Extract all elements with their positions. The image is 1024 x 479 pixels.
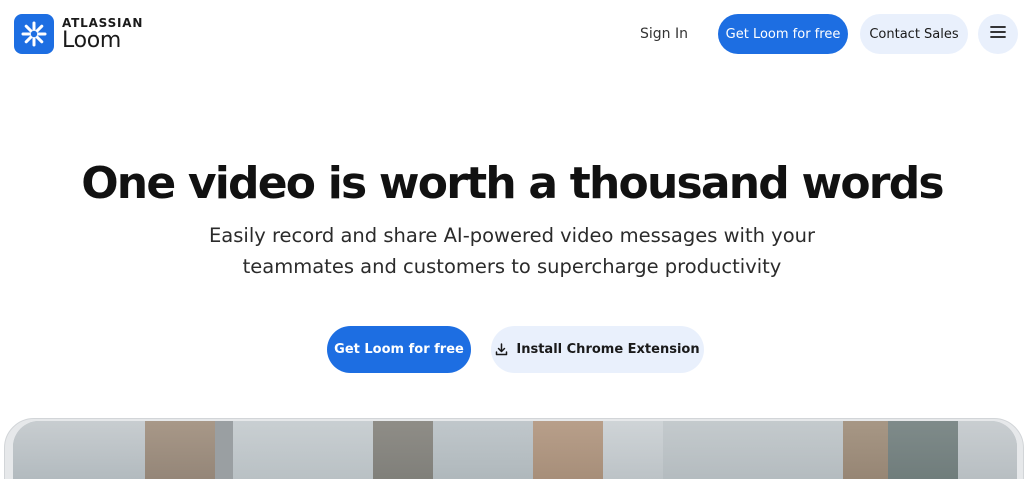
video-preview-image [13,421,1017,479]
contact-sales-button[interactable]: Contact Sales [860,14,968,54]
install-chrome-extension-button[interactable]: Install Chrome Extension [491,326,704,373]
logo-company: ATLASSIAN [62,15,144,30]
video-preview-frame[interactable] [4,418,1024,479]
nav-get-loom-button[interactable]: Get Loom for free [718,14,848,54]
install-chrome-extension-label: Install Chrome Extension [516,342,700,357]
hero-subtitle-line-2: teammates and customers to supercharge p… [242,255,782,278]
logo[interactable]: ATLASSIAN Loom [14,14,143,54]
sign-in-link[interactable]: Sign In [640,24,688,44]
menu-button[interactable] [978,14,1018,54]
hero-get-loom-button[interactable]: Get Loom for free [327,326,471,373]
logo-product: Loom [62,27,122,53]
site-header: ATLASSIAN Loom Sign In Get Loom for free… [0,0,1024,68]
hero-subtitle-line-1: Easily record and share AI-powered video… [208,224,816,247]
hero-cta-row: Get Loom for free Install Chrome Extensi… [0,326,1024,374]
logo-wordmark: ATLASSIAN Loom [62,17,143,52]
hero-subtitle: Easily record and share AI-powered video… [162,220,862,282]
hamburger-menu-icon [990,25,1006,44]
download-icon [496,343,508,356]
hero-title: One video is worth a thousand words [81,158,944,209]
loom-asterisk-icon [14,14,54,54]
